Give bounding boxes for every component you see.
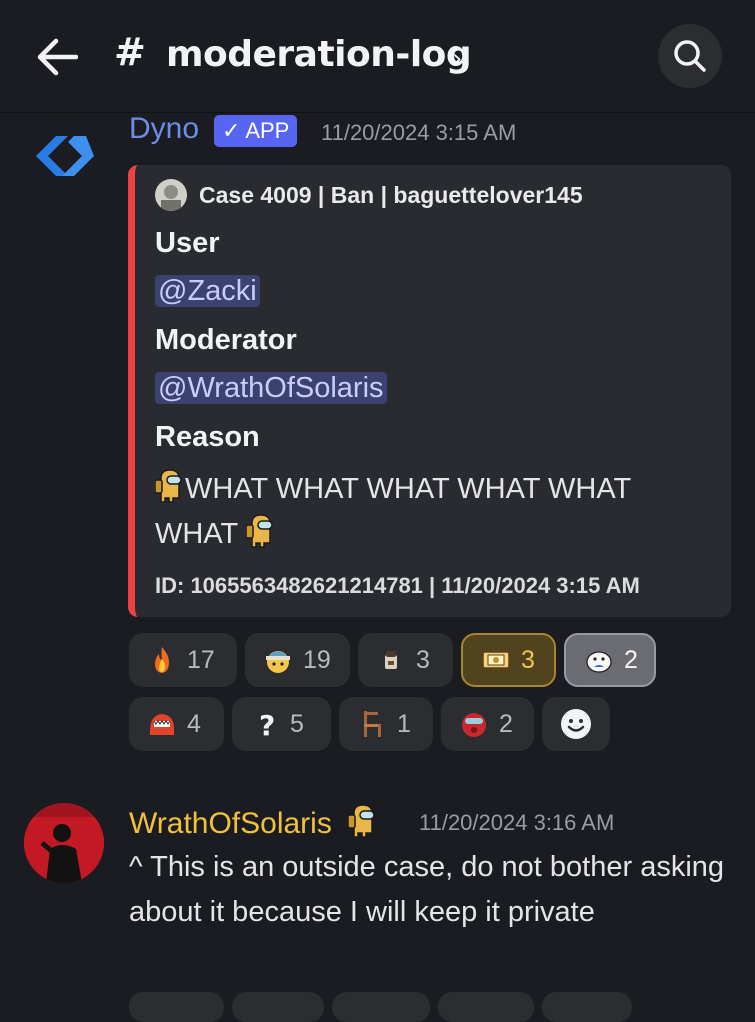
back-arrow-icon[interactable] [36,38,78,76]
user-mention[interactable]: @Zacki [155,275,260,307]
ticket-emoji-icon [482,651,510,669]
search-icon [674,40,706,72]
reason-text: WHAT WHAT WHAT WHAT WHAT WHAT [155,473,631,550]
reaction-count: 3 [416,645,430,674]
reaction-count: 2 [499,709,513,738]
user-avatar-image [24,803,104,883]
message-content: ^ This is an outside case, do not bother… [129,851,725,928]
reaction-ticket[interactable]: 3 [461,633,556,687]
embed-author: Case 4009 | Ban | baguettelover145 [155,179,583,211]
embed-author-text: Case 4009 | Ban | baguettelover145 [199,181,583,208]
message-timestamp: 11/20/2024 3:16 AM [419,810,615,835]
reaction-partial[interactable] [438,992,534,1022]
channel-name[interactable]: moderation-log [166,34,472,75]
crewmate-emoji-icon [154,468,185,504]
small-figure-icon [385,651,397,669]
svg-text:?: ? [259,709,275,739]
wrath-avatar[interactable] [24,803,104,883]
reaction-helmet[interactable]: 2 [441,697,534,751]
crewmate-role-icon [347,803,378,839]
red-creature-icon [150,714,174,735]
red-helmet-icon [462,713,486,737]
chevron-right-icon[interactable]: › [452,44,462,74]
message-author[interactable]: Dyno [129,112,199,146]
reaction-count: 2 [624,645,638,674]
embed-author-avatar [155,179,187,211]
reaction-beanie[interactable]: 19 [245,633,350,687]
app-badge: ✓ APP [214,115,298,147]
add-reaction-smile-icon [561,709,591,739]
moderator-mention[interactable]: @WrathOfSolaris [155,372,387,404]
fire-icon [155,647,169,673]
reaction-partial[interactable] [129,992,224,1022]
reaction-sticker[interactable]: 2 [564,633,656,687]
reaction-count: 1 [397,709,411,738]
reaction-count: 3 [521,645,535,674]
message-timestamp: 11/20/2024 3:15 AM [321,120,517,145]
reaction-partial[interactable] [332,992,430,1022]
chair-icon [364,711,381,737]
field-name-reason: Reason [155,421,260,453]
channel-hash-icon: # [114,30,146,74]
reaction-count: 5 [290,709,304,738]
author-name: WrathOfSolaris [129,807,332,840]
question-mark-icon: ? [259,709,275,739]
mod-log-embed: Case 4009 | Ban | baguettelover145 User … [128,165,731,617]
reaction-partial[interactable] [232,992,324,1022]
reaction-figure[interactable]: 3 [358,633,453,687]
add-reaction-button[interactable] [542,697,610,751]
reaction-count: 19 [303,645,331,674]
beanie-face-icon [266,651,290,673]
reaction-count: 17 [187,645,215,674]
reason-value: WHAT WHAT WHAT WHAT WHAT WHAT [154,467,715,557]
reaction-fire[interactable]: 17 [129,633,237,687]
field-name-user: User [155,227,220,259]
field-name-moderator: Moderator [155,324,297,356]
dyno-avatar[interactable] [24,116,104,196]
dyno-logo-icon [24,116,104,196]
crewmate-emoji-icon [245,513,276,549]
message-author[interactable]: WrathOfSolaris [129,803,378,841]
search-button[interactable] [658,24,722,88]
reaction-question[interactable]: ? 5 [232,697,331,751]
embed-footer: ID: 1065563482621214781 | 11/20/2024 3:1… [155,573,640,598]
reaction-chair[interactable]: 1 [339,697,433,751]
channel-header: # moderation-log › [0,0,755,113]
reaction-red-creature[interactable]: 4 [129,697,224,751]
reaction-partial[interactable] [542,992,632,1022]
reaction-count: 4 [187,709,201,738]
sticker-emoji-icon [586,651,612,673]
